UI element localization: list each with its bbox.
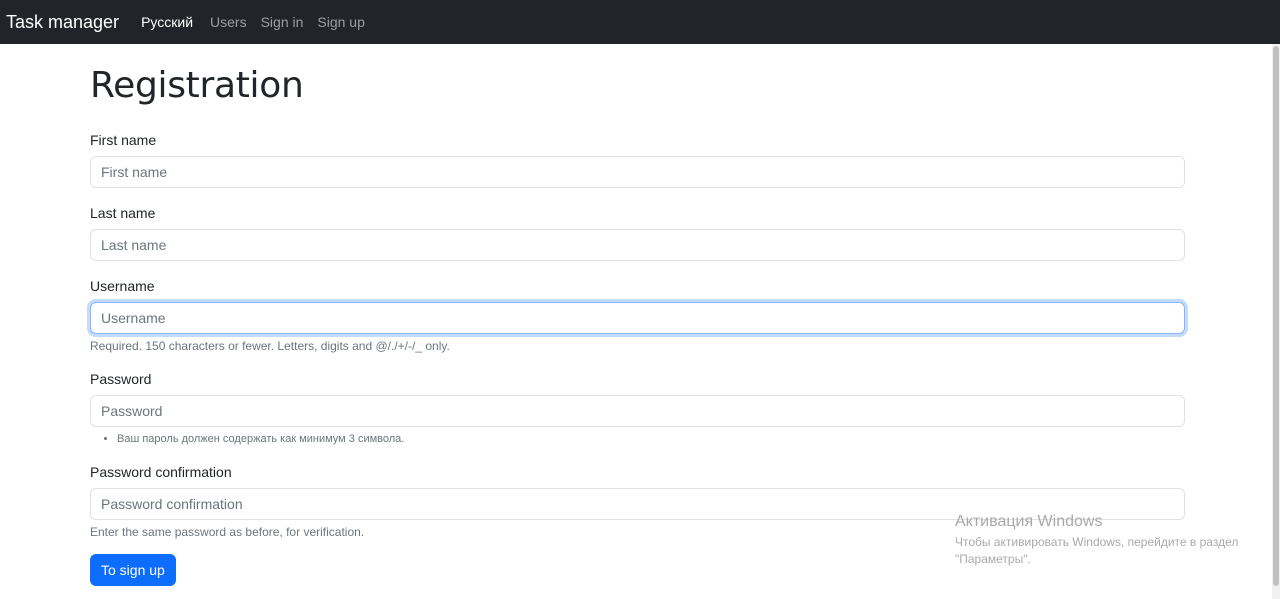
watermark-line-2: "Параметры".: [955, 552, 1031, 566]
password-label: Password: [90, 371, 152, 387]
registration-container: Registration First name Last name Userna…: [90, 44, 1185, 586]
top-navbar: Task manager Русский Users Sign in Sign …: [0, 0, 1280, 44]
username-input[interactable]: [90, 302, 1185, 334]
username-help-text: Required. 150 characters or fewer. Lette…: [90, 339, 450, 353]
nav-users[interactable]: Users: [210, 14, 247, 30]
page-title: Registration: [90, 65, 304, 106]
password-input[interactable]: [90, 395, 1185, 427]
scrollbar-thumb[interactable]: [1273, 46, 1279, 586]
last-name-label: Last name: [90, 205, 156, 221]
first-name-input[interactable]: [90, 156, 1185, 188]
username-label: Username: [90, 278, 155, 294]
watermark-line-1: Чтобы активировать Windows, перейдите в …: [955, 535, 1239, 549]
last-name-input[interactable]: [90, 229, 1185, 261]
password-help-item: Ваш пароль должен содержать как минимум …: [117, 432, 1185, 446]
watermark-title: Активация Windows: [955, 513, 1103, 530]
nav-sign-in[interactable]: Sign in: [261, 14, 304, 30]
nav-language[interactable]: Русский: [141, 14, 193, 30]
password-confirmation-label: Password confirmation: [90, 464, 232, 480]
nav-sign-up[interactable]: Sign up: [317, 14, 364, 30]
sign-up-button[interactable]: To sign up: [90, 554, 176, 586]
password-help-list: Ваш пароль должен содержать как минимум …: [90, 432, 1185, 446]
first-name-label: First name: [90, 132, 157, 148]
windows-activation-watermark: Активация Windows Чтобы активировать Win…: [955, 513, 1238, 568]
brand-link[interactable]: Task manager: [6, 12, 119, 33]
